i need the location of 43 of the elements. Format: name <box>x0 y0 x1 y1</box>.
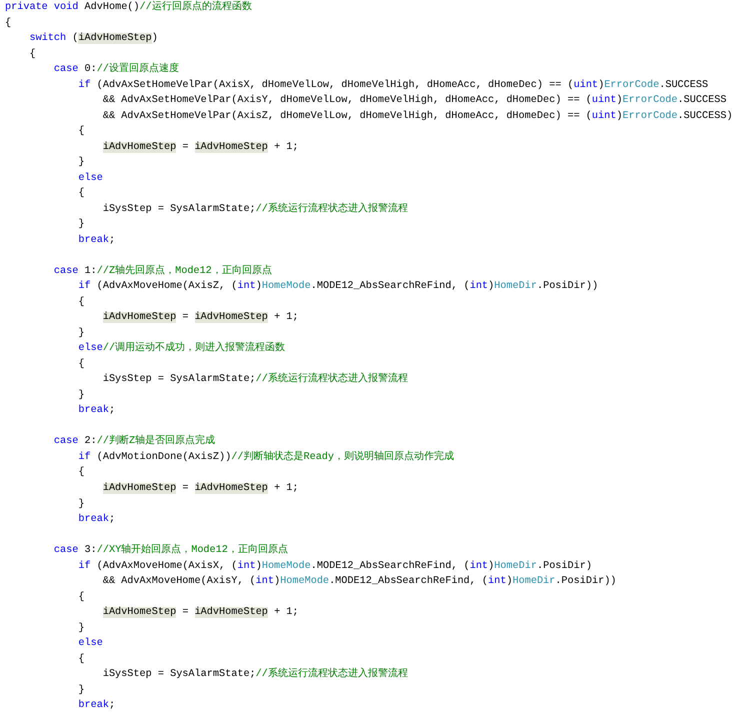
code-line: case 1://Z轴先回原点，Mode12，正向回原点 <box>52 266 272 277</box>
code-line: && AdvAxSetHomeVelPar(AxisY, dHomeVelLow, dHomeVelHigh, dHomeAcc, dHomeDec) == (uint)ErrorCode.SUCCESS <box>102 95 726 106</box>
code-line: case 2://判断Z轴是否回原点完成 <box>52 436 216 448</box>
code-line: else <box>77 638 103 650</box>
code-line: { <box>77 358 84 370</box>
code-line: if (AdvAxSetHomeVelPar(AxisX, dHomeVelLow, dHomeVelHigh, dHomeAcc, dHomeDec) == (uint)ErrorCode.SUCCESS <box>77 80 708 91</box>
code-line: } <box>77 157 84 168</box>
code-line: iSysStep = SysAlarmState;//系统运行流程状态进入报警流程 <box>102 669 408 680</box>
code-line: } <box>77 219 84 230</box>
code-line: { <box>77 126 84 138</box>
code-line: break; <box>77 405 116 416</box>
code-line: && AdvAxMoveHome(AxisY, (int)HomeMode.MODE12_AbsSearchReFind, (int)HomeDir.PosiDir)) <box>102 576 616 588</box>
code-line: && AdvAxSetHomeVelPar(AxisZ, dHomeVelLow, dHomeVelHigh, dHomeAcc, dHomeDec) == (uint)ErrorCode.SUCCESS) <box>102 110 733 122</box>
code-line: else//调用运动不成功，则进入报警流程函数 <box>77 343 286 354</box>
code-line: break; <box>77 700 116 712</box>
code-line: if (AdvAxMoveHome(AxisZ, (int)HomeMode.MODE12_AbsSearchReFind, (int)HomeDir.PosiDir)) <box>77 281 598 292</box>
code-line: } <box>77 498 84 510</box>
code-line: } <box>77 390 84 401</box>
code-line: iSysStep = SysAlarmState;//系统运行流程状态进入报警流程 <box>102 204 408 215</box>
code-line: } <box>77 622 84 634</box>
code-line: { <box>5 18 12 29</box>
code-line: { <box>77 188 84 200</box>
code-line: { <box>77 296 84 308</box>
code-line: iAdvHomeStep = iAdvHomeStep + 1; <box>102 312 299 324</box>
code-line: break; <box>77 234 116 246</box>
code-line: switch (iAdvHomeStep) <box>28 33 158 44</box>
code-line: iSysStep = SysAlarmState;//系统运行流程状态进入报警流程 <box>102 374 408 386</box>
code-line: break; <box>77 514 116 526</box>
code-line: { <box>77 654 84 665</box>
code-line: { <box>28 48 36 60</box>
code-line: { <box>77 467 84 478</box>
code-line: { <box>77 592 84 603</box>
code-line: iAdvHomeStep = iAdvHomeStep + 1; <box>102 142 299 153</box>
code-line: else <box>77 172 103 184</box>
code-line: if (AdvAxMoveHome(AxisX, (int)HomeMode.MODE12_AbsSearchReFind, (int)HomeDir.PosiDir) <box>77 560 592 572</box>
code-line: if (AdvMotionDone(AxisZ))//判断轴状态是Ready，则说明轴回原点动作完成 <box>77 452 454 463</box>
code-line: case 0://设置回原点速度 <box>52 64 179 76</box>
code-line: private void AdvHome()//运行回原点的流程函数 <box>5 2 252 13</box>
code-line: } <box>77 684 84 696</box>
code-line: case 3://XY轴开始回原点，Mode12，正向回原点 <box>52 545 288 556</box>
code-line: iAdvHomeStep = iAdvHomeStep + 1; <box>102 607 299 618</box>
code-line: iAdvHomeStep = iAdvHomeStep + 1; <box>102 482 299 494</box>
code-line: } <box>77 328 84 339</box>
